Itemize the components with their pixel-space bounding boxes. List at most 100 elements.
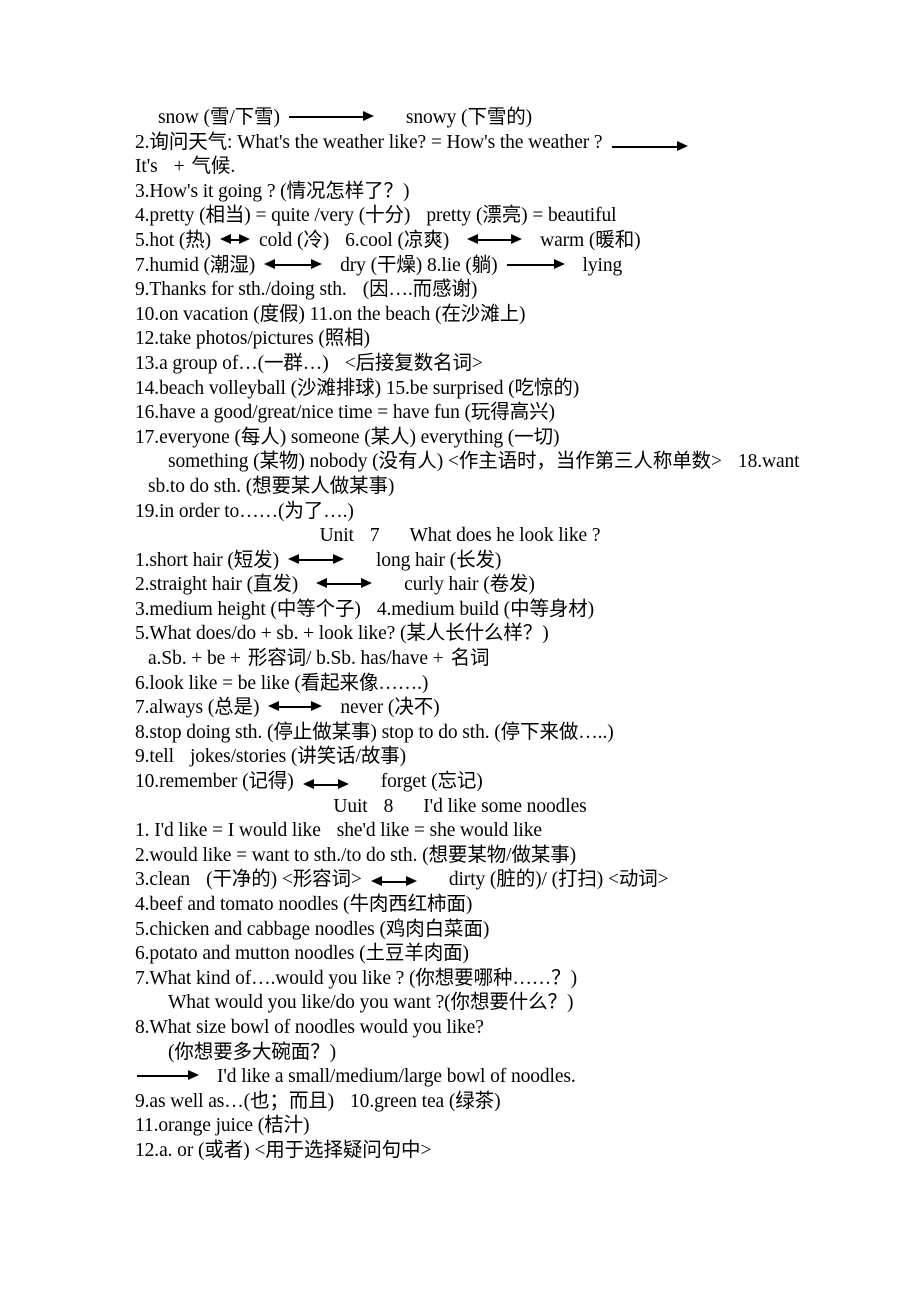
text-segment: pretty (漂亮) = beautiful	[426, 205, 617, 227]
arrow-head-right	[337, 779, 349, 790]
note-line: 10.on vacation (度假) 11.on the beach (在沙滩…	[0, 303, 920, 328]
text-segment: 7.humid (潮湿)	[135, 254, 256, 276]
text-segment: 17.everyone (每人) someone (某人) everything…	[135, 426, 560, 448]
arrow-head-right	[362, 111, 374, 122]
double-arrow-icon	[220, 234, 251, 245]
text-segment: (你想要多大碗面？)	[168, 1041, 336, 1063]
text-segment: 10.green tea (绿茶)	[350, 1090, 501, 1112]
text-segment: +	[173, 156, 185, 178]
note-line: 4.pretty (相当) = quite /very (十分) pretty (…	[0, 204, 920, 229]
arrow-head-right	[239, 234, 251, 244]
note-line: 17.everyone (每人) someone (某人) everything…	[0, 426, 920, 451]
arrow-head-left	[220, 234, 232, 244]
note-line: 3.clean (干净的) <形容词> dirty (脏的)/ (打扫) <动词>	[0, 868, 920, 893]
note-line: 10.remember (记得) forget (忘记)	[0, 770, 920, 795]
note-line: snow (雪/下雪) snowy (下雪的)	[0, 106, 920, 131]
text-segment: a.Sb. + be +	[148, 648, 241, 670]
arrow-shaft	[310, 784, 341, 787]
double-arrow-icon	[316, 578, 373, 589]
note-line: 9.as well as…(也；而且) 10.green tea (绿茶)	[0, 1090, 920, 1115]
text-segment: 3.medium height (中等个子)	[135, 598, 361, 620]
arrow-shaft	[295, 558, 336, 561]
note-line: 1.short hair (短发) long hair (长发)	[0, 549, 920, 574]
note-line: 13.a group of…(一群…) <后接复数名词>	[0, 352, 920, 377]
note-line: something (某物) nobody (没有人) <作主语时，当作第三人称…	[0, 450, 920, 475]
note-line: 4.beef and tomato noodles (牛肉西红柿面)	[0, 893, 920, 918]
note-line: 9.Thanks for sth./doing sth. (因….而感谢)	[0, 278, 920, 303]
text-segment: Unit	[319, 525, 354, 547]
arrow-head-right	[677, 140, 688, 151]
note-line: 3.medium height (中等个子) 4.medium build (中等…	[0, 598, 920, 623]
text-segment: sb.to do sth. (想要某人做某事)	[148, 475, 395, 497]
note-line: 5.chicken and cabbage noodles (鸡肉白菜面)	[0, 918, 920, 943]
arrow-head-right	[361, 578, 373, 589]
arrow-head-right	[311, 258, 323, 269]
note-line: 19.in order to……(为了….)	[0, 500, 920, 525]
text-segment: 14.beach volleyball (沙滩排球) 15.be surpris…	[135, 377, 580, 399]
arrow-head-right	[311, 701, 323, 712]
double-arrow-icon	[287, 553, 344, 565]
text-segment: I'd like a small/medium/large bowl of no…	[217, 1066, 576, 1088]
note-line: It's + 气候.	[0, 155, 920, 180]
arrow-head-right	[511, 234, 523, 244]
note-line: 5.hot (热) cold (冷) 6.cool (凉爽) warm (暖和)	[0, 229, 920, 254]
note-line: 2.would like = want to sth./to do sth. (…	[0, 844, 920, 869]
note-line: 7.always (总是) never (决不)	[0, 696, 920, 721]
text-segment: 气候.	[191, 156, 236, 178]
double-arrow-icon	[302, 779, 349, 790]
text-segment: 5.chicken and cabbage noodles (鸡肉白菜面)	[135, 918, 490, 940]
note-line: sb.to do sth. (想要某人做某事)	[0, 475, 920, 500]
arrow-head-left	[287, 553, 299, 564]
unit-heading: Uuit 8 I'd like some noodles	[0, 795, 920, 820]
arrow-head-left	[302, 779, 314, 790]
text-segment: 5.hot (热)	[135, 229, 212, 251]
text-segment: she'd like = she would like	[336, 820, 542, 842]
text-segment: 10.remember (记得)	[135, 771, 294, 793]
note-line: 2.询问天气: What's the weather like? = How's…	[0, 131, 920, 156]
arrow-shaft	[288, 116, 366, 119]
text-segment: 形容词/ b.Sb. has/have +	[247, 648, 444, 670]
right-arrow-icon	[288, 111, 374, 122]
text-segment: dry (干燥) 8.lie (躺)	[340, 254, 498, 276]
double-arrow-icon	[370, 876, 417, 887]
text-segment: 10.on vacation (度假) 11.on the beach (在沙滩…	[135, 303, 526, 325]
document-page: snow (雪/下雪) snowy (下雪的) 2.询问天气: What's the…	[0, 0, 920, 1302]
text-segment: 7.What kind of….would you like ? (你想要哪种……	[135, 967, 577, 989]
text-segment: snow (雪/下雪)	[158, 107, 280, 128]
text-segment: (干净的) <形容词>	[206, 869, 362, 891]
note-line: What would you like/do you want ?(你想要什么？…	[0, 991, 920, 1016]
note-line: I'd like a small/medium/large bowl of no…	[0, 1065, 920, 1090]
document-body: snow (雪/下雪) snowy (下雪的) 2.询问天气: What's the…	[0, 106, 920, 1164]
text-segment: 4.medium build (中等身材)	[376, 598, 595, 620]
text-segment: 6.cool (凉爽)	[345, 229, 450, 251]
double-arrow-icon	[268, 701, 323, 712]
text-segment: 2.询问天气: What's the weather like? = How's…	[135, 131, 603, 153]
text-segment: 8.stop doing sth. (停止做某事) stop to do sth…	[135, 721, 614, 743]
text-segment: (因….而感谢)	[362, 279, 478, 301]
text-segment: 1.short hair (短发)	[135, 549, 279, 571]
arrow-shaft	[475, 239, 515, 241]
text-segment: 12.take photos/pictures (照相)	[135, 328, 370, 350]
arrow-shaft	[506, 263, 557, 266]
text-segment: 13.a group of…(一群…)	[135, 352, 329, 374]
arrow-shaft	[324, 583, 365, 586]
text-segment: 19.in order to……(为了….)	[135, 500, 354, 522]
note-line: 7.humid (潮湿) dry (干燥) 8.lie (躺) lying	[0, 254, 920, 279]
text-segment: 12.a. or (或者) <用于选择疑问句中>	[135, 1139, 432, 1161]
arrow-head-left	[316, 578, 328, 589]
right-arrow-icon	[506, 258, 565, 270]
note-line: 8.What size bowl of noodles would you li…	[0, 1016, 920, 1041]
unit-heading: Unit 7 What does he look like ?	[0, 524, 920, 549]
text-segment: something (某物) nobody (没有人) <作主语时，当作第三人称…	[168, 451, 722, 473]
note-line: 14.beach volleyball (沙滩排球) 15.be surpris…	[0, 377, 920, 402]
text-segment: warm (暖和)	[540, 229, 641, 251]
text-segment: <后接复数名词>	[344, 352, 483, 374]
double-arrow-icon	[467, 234, 523, 245]
text-segment: forget (忘记)	[380, 771, 483, 793]
arrow-shaft	[378, 881, 409, 884]
text-segment: 4.pretty (相当) = quite /very (十分)	[135, 205, 411, 227]
text-segment: What does he look like ?	[409, 525, 601, 547]
text-segment: 16.have a good/great/nice time = have fu…	[135, 402, 555, 424]
text-segment: 7.always (总是)	[135, 697, 260, 719]
text-segment: 4.beef and tomato noodles (牛肉西红柿面)	[135, 894, 473, 915]
